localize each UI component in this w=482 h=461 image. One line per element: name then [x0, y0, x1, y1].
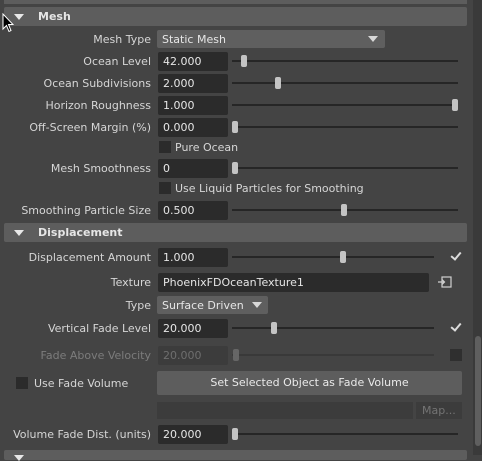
texture-input[interactable]: PhoenixFDOceanTexture1: [158, 273, 429, 292]
horizon-roughness-label: Horizon Roughness: [45, 99, 151, 112]
horizon-roughness-input[interactable]: 1.000: [158, 96, 228, 115]
volume-fade-dist-slider-track[interactable]: [232, 433, 458, 435]
chevron-down-icon: [252, 302, 262, 308]
fade-volume-object-field: [157, 402, 413, 419]
displacement-amount-input[interactable]: 1.000: [158, 248, 228, 267]
texture-label: Texture: [110, 276, 151, 289]
displacement-amount-label: Displacement Amount: [28, 251, 151, 264]
fade-above-velocity-enable-checkbox[interactable]: [450, 349, 462, 361]
mesh-smoothness-label: Mesh Smoothness: [50, 162, 151, 175]
ocean-subdivisions-label: Ocean Subdivisions: [43, 77, 151, 90]
next-section-header[interactable]: [4, 450, 467, 461]
vertical-fade-level-label: Vertical Fade Level: [47, 322, 151, 335]
use-liquid-particles-label: Use Liquid Particles for Smoothing: [175, 182, 364, 195]
ocean-subdivisions-slider-handle[interactable]: [275, 77, 281, 89]
map-button-label: Map...: [422, 404, 456, 417]
smoothing-particle-size-label: Smoothing Particle Size: [21, 204, 151, 217]
displacement-section-title: Displacement: [38, 226, 123, 239]
type-dropdown[interactable]: Surface Driven: [157, 296, 268, 314]
fade-above-velocity-input: 20.000: [158, 346, 228, 365]
fade-above-velocity-slider-handle: [233, 349, 239, 361]
offscreen-margin-slider-track[interactable]: [232, 126, 458, 128]
map-connect-icon[interactable]: [437, 275, 453, 289]
use-fade-volume-label: Use Fade Volume: [34, 377, 129, 390]
horizon-roughness-slider-track[interactable]: [232, 104, 458, 106]
offscreen-margin-label: Off-Screen Margin (%): [29, 121, 151, 134]
ocean-level-input[interactable]: 42.000: [158, 52, 228, 71]
type-value: Surface Driven: [162, 299, 244, 312]
ocean-level-slider-track[interactable]: [232, 60, 458, 62]
mouse-cursor-icon: [2, 13, 14, 33]
displacement-amount-slider-track[interactable]: [232, 256, 434, 258]
displacement-amount-slider-handle[interactable]: [340, 251, 346, 263]
offscreen-margin-input[interactable]: 0.000: [158, 118, 228, 137]
use-fade-volume-checkbox[interactable]: [16, 377, 28, 389]
mesh-section-header[interactable]: Mesh: [4, 7, 467, 26]
mesh-type-label: Mesh Type: [93, 33, 151, 46]
chevron-down-icon: [368, 36, 378, 42]
set-fade-volume-button[interactable]: Set Selected Object as Fade Volume: [157, 371, 462, 395]
scrollbar-thumb[interactable]: [475, 336, 481, 446]
mesh-section-title: Mesh: [38, 10, 71, 23]
ocean-level-slider-handle[interactable]: [241, 55, 247, 67]
vertical-fade-level-input[interactable]: 20.000: [158, 319, 228, 338]
fade-volume-map-button[interactable]: Map...: [416, 402, 462, 419]
fade-above-velocity-label: Fade Above Velocity: [40, 349, 151, 362]
offscreen-margin-slider-handle[interactable]: [232, 121, 238, 133]
displacement-amount-enable-checkbox[interactable]: [450, 250, 462, 262]
volume-fade-dist-input[interactable]: 20.000: [158, 425, 228, 444]
mesh-type-dropdown[interactable]: Static Mesh: [157, 30, 385, 48]
smoothing-particle-size-input[interactable]: 0.500: [158, 201, 228, 220]
collapse-triangle-icon: [14, 230, 24, 236]
top-strip: [4, 0, 467, 4]
vertical-fade-level-enable-checkbox[interactable]: [450, 321, 462, 333]
mesh-smoothness-input[interactable]: 0: [158, 159, 228, 178]
mesh-smoothness-slider-handle[interactable]: [232, 162, 238, 174]
use-liquid-particles-checkbox[interactable]: [159, 182, 171, 194]
mesh-smoothness-slider-track[interactable]: [232, 167, 458, 169]
pure-ocean-checkbox[interactable]: [159, 141, 171, 153]
type-label: Type: [125, 299, 151, 312]
collapse-triangle-icon: [14, 14, 24, 20]
ocean-level-label: Ocean Level: [83, 55, 151, 68]
vertical-fade-level-slider-handle[interactable]: [271, 322, 277, 334]
vertical-fade-level-slider-track[interactable]: [232, 327, 434, 329]
smoothing-particle-size-slider-handle[interactable]: [341, 204, 347, 216]
pure-ocean-label: Pure Ocean: [175, 141, 239, 154]
collapse-triangle-icon: [14, 455, 24, 461]
ocean-subdivisions-input[interactable]: 2.000: [158, 74, 228, 93]
volume-fade-dist-slider-handle[interactable]: [232, 428, 238, 440]
horizon-roughness-slider-handle[interactable]: [452, 99, 458, 111]
mesh-type-value: Static Mesh: [162, 33, 226, 46]
volume-fade-dist-label: Volume Fade Dist. (units): [13, 428, 151, 441]
ocean-subdivisions-slider-track[interactable]: [232, 82, 458, 84]
displacement-section-header[interactable]: Displacement: [4, 223, 467, 242]
fade-above-velocity-slider-track: [232, 354, 434, 356]
